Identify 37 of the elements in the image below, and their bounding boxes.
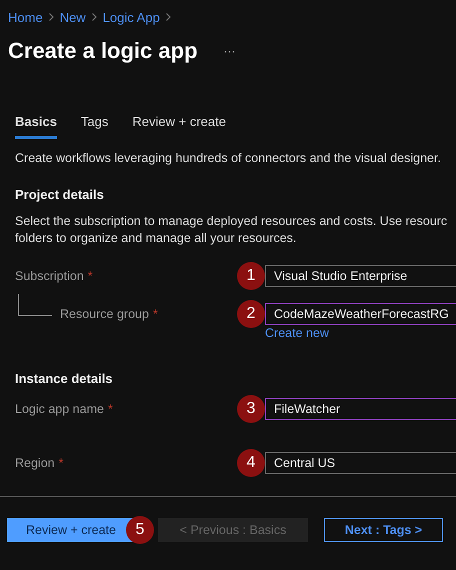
tab[interactable]: Tags: [80, 114, 108, 139]
required-mark: *: [58, 456, 64, 470]
field-label: Resource group: [60, 307, 149, 321]
chevron-icon: [166, 13, 171, 21]
section-heading: Project details: [14, 187, 105, 202]
step-marker: 4: [237, 449, 265, 477]
field-label: Subscription: [15, 269, 84, 283]
field-label: Logic app name: [15, 402, 104, 416]
step-marker: 2: [237, 300, 265, 328]
required-mark: *: [152, 307, 158, 321]
create-new-link[interactable]: Create new: [265, 326, 456, 340]
description-text: Create workflows leveraging hundreds of connectors and the visual designer.: [14, 151, 442, 165]
chevron-icon: [48, 13, 54, 21]
step-marker: 5: [126, 516, 154, 544]
help-text: Select the subscription to manage deployed resources and costs. Use resourc: [14, 213, 448, 230]
footer-button[interactable]: Next : Tags >: [324, 518, 443, 542]
step-marker: 1: [237, 262, 265, 290]
breadcrumb-link[interactable]: Logic App: [102, 10, 160, 24]
breadcrumb-link[interactable]: Home: [8, 10, 43, 24]
dropdown-field[interactable]: CodeMazeWeatherForecastRG: [265, 303, 456, 325]
required-mark: *: [88, 269, 93, 283]
more-button[interactable]: ···: [224, 44, 236, 58]
step-marker: 3: [237, 395, 265, 423]
breadcrumb-link[interactable]: New: [60, 10, 86, 24]
tab[interactable]: Review + create: [132, 114, 226, 139]
page-title: Create a logic app: [8, 38, 198, 64]
tree-connector-icon: [18, 294, 52, 316]
tab[interactable]: Basics: [15, 114, 57, 139]
footer-button[interactable]: Review + create: [7, 518, 135, 542]
chevron-icon: [92, 13, 97, 21]
help-text: folders to organize and manage all your resources.: [14, 230, 298, 247]
section-heading: Instance details: [14, 371, 114, 386]
field-label: Region: [15, 456, 55, 470]
required-mark: *: [108, 402, 113, 416]
input-field[interactable]: Central US: [265, 452, 456, 474]
input-field[interactable]: FileWatcher: [265, 398, 456, 420]
input-field[interactable]: Visual Studio Enterprise: [265, 265, 456, 287]
